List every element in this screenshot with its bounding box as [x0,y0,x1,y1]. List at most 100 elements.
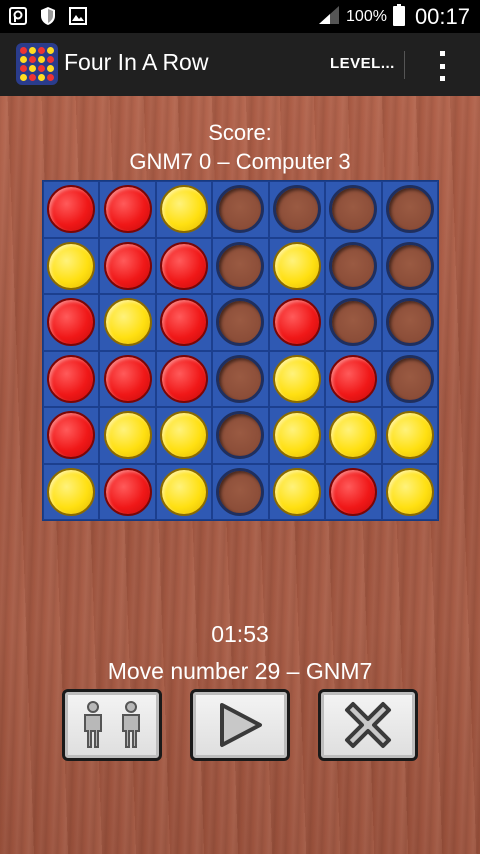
yellow-disc [272,467,321,516]
board-cell[interactable] [325,350,382,407]
empty-slot [385,354,434,403]
red-disc [103,241,152,290]
board-cell[interactable] [43,407,100,464]
board-cell[interactable] [212,350,269,407]
game-area: Score: GNM7 0 – Computer 3 01:53 Move nu… [0,96,480,854]
board-cell[interactable] [155,237,213,294]
board-cell[interactable] [43,237,100,294]
board-cell[interactable] [43,350,100,407]
board-cell[interactable] [381,294,438,351]
red-disc [47,411,96,460]
board-cell[interactable] [268,181,326,238]
app-logo-dot [29,56,36,63]
red-disc [47,354,96,403]
action-bar: Four In A Row LEVEL... [0,33,480,96]
board-cell[interactable] [43,294,100,351]
app-logo-dot [47,56,54,63]
app-title: Four In A Row [64,49,209,75]
two-players-button[interactable] [62,689,162,761]
board-cell[interactable] [155,181,213,238]
yellow-disc [160,467,209,516]
play-button[interactable] [190,689,290,761]
app-logo-icon [16,43,58,85]
yellow-disc [103,298,152,347]
board-cell[interactable] [43,463,100,520]
yellow-disc [160,185,209,234]
close-button[interactable] [318,689,418,761]
board-cell[interactable] [99,350,156,407]
board-cell[interactable] [381,350,438,407]
red-disc [103,354,152,403]
board-cell[interactable] [381,181,438,238]
red-disc [329,354,378,403]
more-vert-icon[interactable] [432,51,452,81]
board-cell[interactable] [212,407,269,464]
empty-slot [272,185,321,234]
board-cell[interactable] [268,294,326,351]
empty-slot [216,411,265,460]
yellow-disc [272,354,321,403]
board-cell[interactable] [381,407,438,464]
yellow-disc [160,411,209,460]
clock: 00:17 [414,3,470,29]
empty-slot [216,185,265,234]
app-logo-dot [38,65,45,72]
board-cell[interactable] [99,294,156,351]
empty-slot [329,241,378,290]
app-logo-dot [20,47,27,54]
battery-percent: 100% [346,7,387,25]
board-cell[interactable] [99,407,156,464]
board-cell[interactable] [99,181,156,238]
status-bar: 100% 00:17 [0,0,480,33]
app-logo-dot [20,65,27,72]
board-cell[interactable] [43,181,100,238]
yellow-disc [272,411,321,460]
red-disc [103,185,152,234]
empty-slot [385,185,434,234]
move-status: Move number 29 – GNM7 [107,658,373,684]
board-cell[interactable] [212,294,269,351]
app-logo-dot [20,56,27,63]
level-menu-button[interactable]: LEVEL... [330,55,395,72]
board-cell[interactable] [155,350,213,407]
board-cell[interactable] [268,407,326,464]
yellow-disc [329,411,378,460]
red-disc [272,298,321,347]
yellow-disc [385,411,434,460]
board-cell[interactable] [155,407,213,464]
empty-slot [216,467,265,516]
board-cell[interactable] [381,463,438,520]
play-icon [220,703,262,747]
board-cell[interactable] [212,237,269,294]
board-cell[interactable] [155,294,213,351]
empty-slot [329,298,378,347]
pocket-icon [8,6,28,26]
app-logo-dot [47,65,54,72]
board-cell[interactable] [268,350,326,407]
board-cell[interactable] [325,294,382,351]
board-cell[interactable] [268,463,326,520]
yellow-disc [272,241,321,290]
board-cell[interactable] [381,237,438,294]
board-cell[interactable] [325,181,382,238]
board-cell[interactable] [268,237,326,294]
board-cell[interactable] [325,407,382,464]
board-cell[interactable] [99,237,156,294]
signal-icon [318,5,340,29]
score-label: Score: [208,120,272,145]
image-icon [68,6,88,26]
yellow-disc [47,241,96,290]
empty-slot [329,185,378,234]
board-cell[interactable] [212,463,269,520]
empty-slot [216,241,265,290]
app-logo-dot [29,65,36,72]
empty-slot [216,298,265,347]
board-cell[interactable] [325,237,382,294]
game-board[interactable] [42,180,439,521]
empty-slot [385,241,434,290]
board-cell[interactable] [99,463,156,520]
board-cell[interactable] [325,463,382,520]
board-cell[interactable] [155,463,213,520]
red-disc [160,354,209,403]
board-cell[interactable] [212,181,269,238]
